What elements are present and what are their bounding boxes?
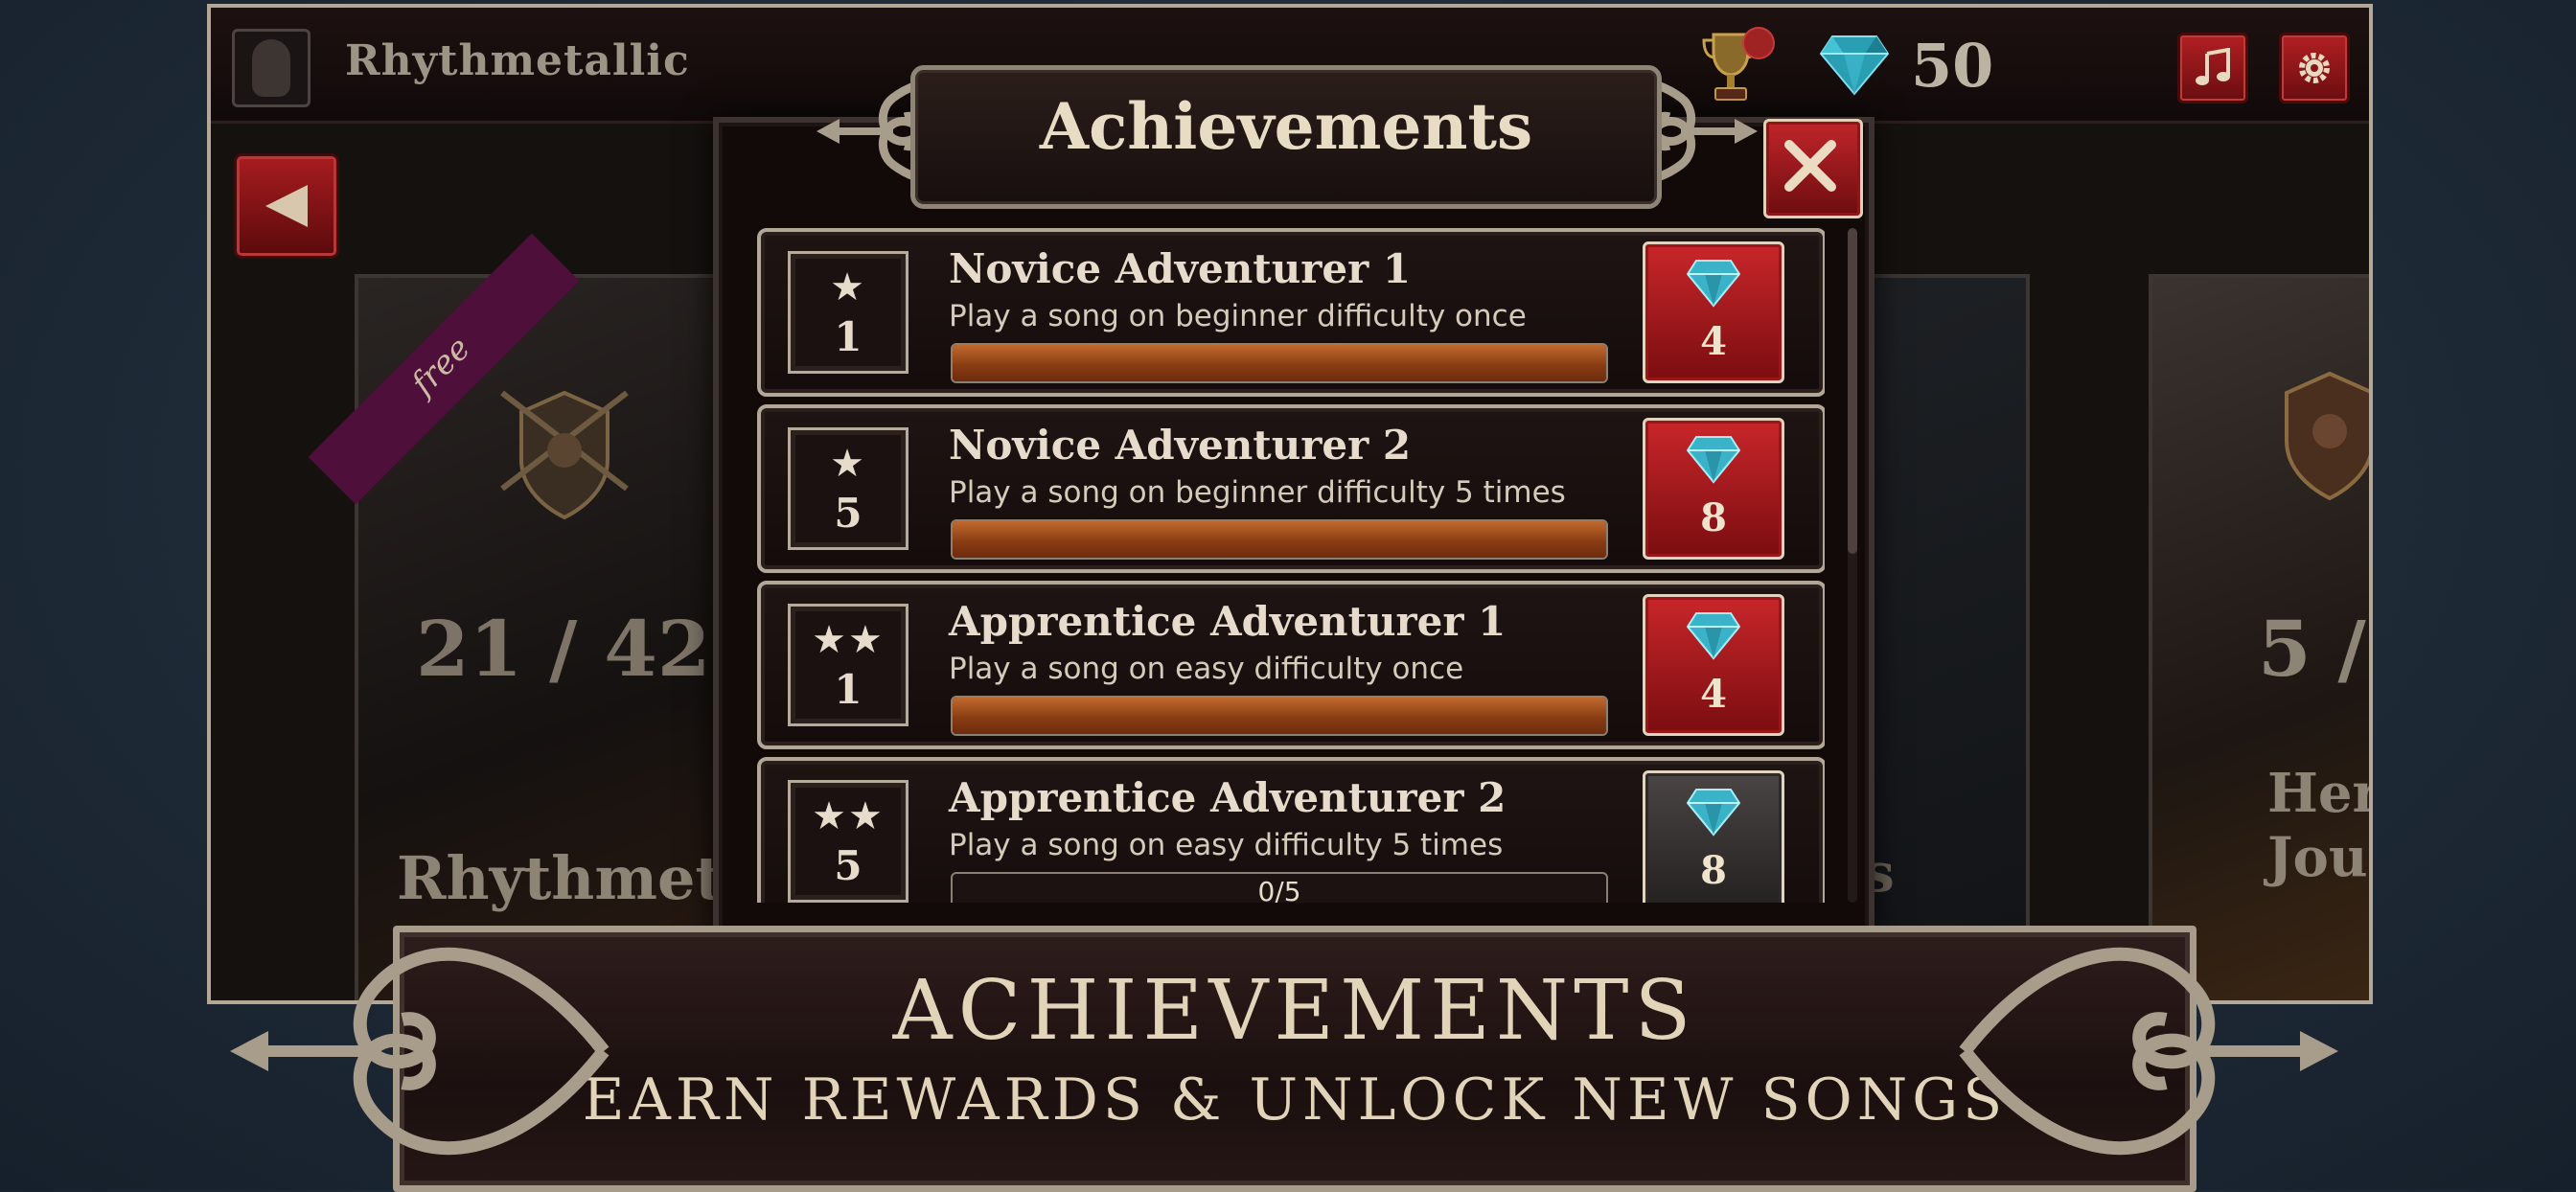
star-icon: ★★: [812, 618, 885, 662]
achievement-name: Apprentice Adventurer 1: [949, 598, 1506, 645]
progress-bar: [951, 343, 1608, 383]
song-pack-card[interactable]: 5 / Her Jour: [2149, 274, 2373, 1000]
rank-number: 1: [834, 313, 862, 360]
rank-number: 1: [834, 666, 862, 713]
progress-fill: [953, 345, 1606, 381]
modal-title: Achievements: [1039, 89, 1533, 164]
gear-icon: [2299, 53, 2330, 83]
achievement-list[interactable]: ★ 1 Novice Adventurer 1 Play a song on b…: [757, 228, 1825, 903]
back-button[interactable]: [234, 153, 339, 259]
achievement-name: Apprentice Adventurer 2: [949, 774, 1506, 821]
claim-reward-button[interactable]: 4: [1643, 241, 1784, 383]
achievement-description: Play a song on easy difficulty 5 times: [949, 828, 1504, 862]
reward-amount: 8: [1700, 495, 1727, 540]
diamond-icon: [1686, 612, 1741, 660]
gem-count: 50: [1911, 31, 1994, 101]
rank-badge: ★ 1: [788, 251, 908, 374]
diamond-icon: [1686, 789, 1741, 837]
progress-bar: [951, 519, 1608, 560]
back-arrow-icon: [265, 185, 308, 227]
modal-title-plate: Achievements: [910, 65, 1662, 209]
locked-reward-button[interactable]: 8: [1643, 770, 1784, 903]
achievement-name: Novice Adventurer 1: [949, 245, 1412, 292]
diamond-icon: [1686, 436, 1741, 484]
close-icon: [1784, 140, 1836, 192]
reward-amount: 4: [1700, 319, 1727, 364]
progress-bar: 0/5: [951, 872, 1608, 903]
rank-badge: ★ 5: [788, 427, 908, 550]
progress-fill: [953, 521, 1606, 558]
star-icon: ★: [830, 442, 866, 486]
reward-amount: 8: [1700, 848, 1727, 893]
banner-subtitle: EARN REWARDS & UNLOCK NEW SONGS: [582, 1066, 2008, 1134]
diamond-icon: [1686, 260, 1741, 308]
claim-reward-button[interactable]: 4: [1643, 594, 1784, 736]
shield-emblem-icon: [2285, 371, 2369, 501]
scrollbar[interactable]: [1848, 228, 1857, 903]
star-icon: ★★: [812, 794, 885, 838]
shield-emblem-icon: [500, 390, 629, 520]
banner-ornament-left: [230, 947, 610, 1156]
pack-progress: 21 / 42: [416, 604, 711, 694]
banner-title: ACHIEVEMENTS: [892, 963, 1697, 1059]
claim-reward-button[interactable]: 8: [1643, 418, 1784, 560]
username: Rhythmetallic: [345, 36, 690, 85]
achievement-name: Novice Adventurer 2: [949, 422, 1412, 469]
star-icon: ★: [830, 265, 866, 309]
song-pack-card[interactable]: free 21 / 42 Rhythmetall: [308, 233, 806, 1000]
music-note-icon: [2196, 48, 2230, 85]
diamond-icon: [1819, 35, 1890, 96]
reward-amount: 4: [1700, 672, 1727, 717]
close-button[interactable]: [1763, 119, 1863, 218]
achievement-row: ★ 1 Novice Adventurer 1 Play a song on b…: [757, 228, 1825, 397]
rank-badge: ★★ 1: [788, 604, 908, 726]
achievement-row: ★★ 5 Apprentice Adventurer 2 Play a song…: [757, 757, 1825, 903]
achievement-description: Play a song on beginner difficulty 5 tim…: [949, 475, 1566, 510]
pack-progress: 5 /: [2258, 604, 2366, 694]
notification-dot: [1742, 27, 1775, 59]
rank-badge: ★★ 5: [788, 780, 908, 903]
music-button[interactable]: [2177, 33, 2248, 103]
banner-ornament-right: [1959, 947, 2338, 1156]
promo-banner: ACHIEVEMENTS EARN REWARDS & UNLOCK NEW S…: [393, 926, 2196, 1192]
progress-fill: [953, 698, 1606, 734]
rank-number: 5: [834, 842, 862, 889]
scrollbar-thumb[interactable]: [1848, 228, 1857, 554]
avatar[interactable]: [232, 29, 310, 107]
achievement-description: Play a song on beginner difficulty once: [949, 299, 1527, 333]
pack-name: Her Jour: [2267, 762, 2373, 890]
achievement-description: Play a song on easy difficulty once: [949, 652, 1464, 686]
achievement-row: ★ 5 Novice Adventurer 2 Play a song on b…: [757, 404, 1825, 573]
progress-bar: [951, 696, 1608, 736]
achievement-row: ★★ 1 Apprentice Adventurer 1 Play a song…: [757, 581, 1825, 749]
rank-number: 5: [834, 490, 862, 537]
settings-button[interactable]: [2279, 33, 2350, 103]
silhouette-avatar-icon: [252, 39, 290, 97]
progress-text: 0/5: [1257, 876, 1301, 903]
